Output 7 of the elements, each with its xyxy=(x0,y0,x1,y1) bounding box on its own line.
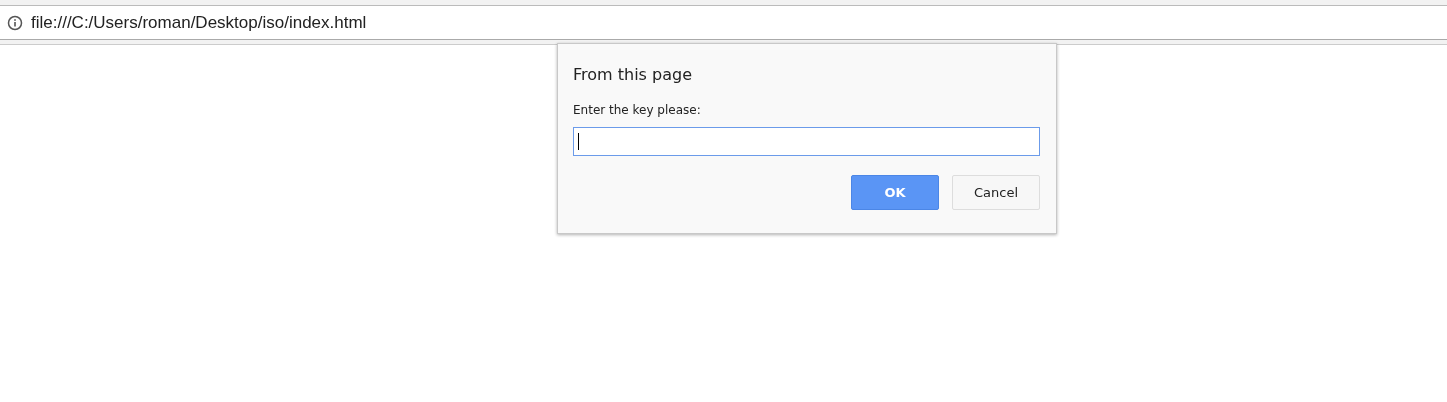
dialog-message: Enter the key please: xyxy=(573,103,702,117)
input-field[interactable] xyxy=(573,127,1040,156)
url-text[interactable]: file:///C:/Users/roman/Desktop/iso/index.html xyxy=(31,12,367,33)
dialog-title: From this page xyxy=(573,65,693,84)
text-caret xyxy=(578,133,579,150)
cancel-button[interactable]: Cancel xyxy=(952,175,1040,210)
info-icon[interactable] xyxy=(7,14,23,31)
